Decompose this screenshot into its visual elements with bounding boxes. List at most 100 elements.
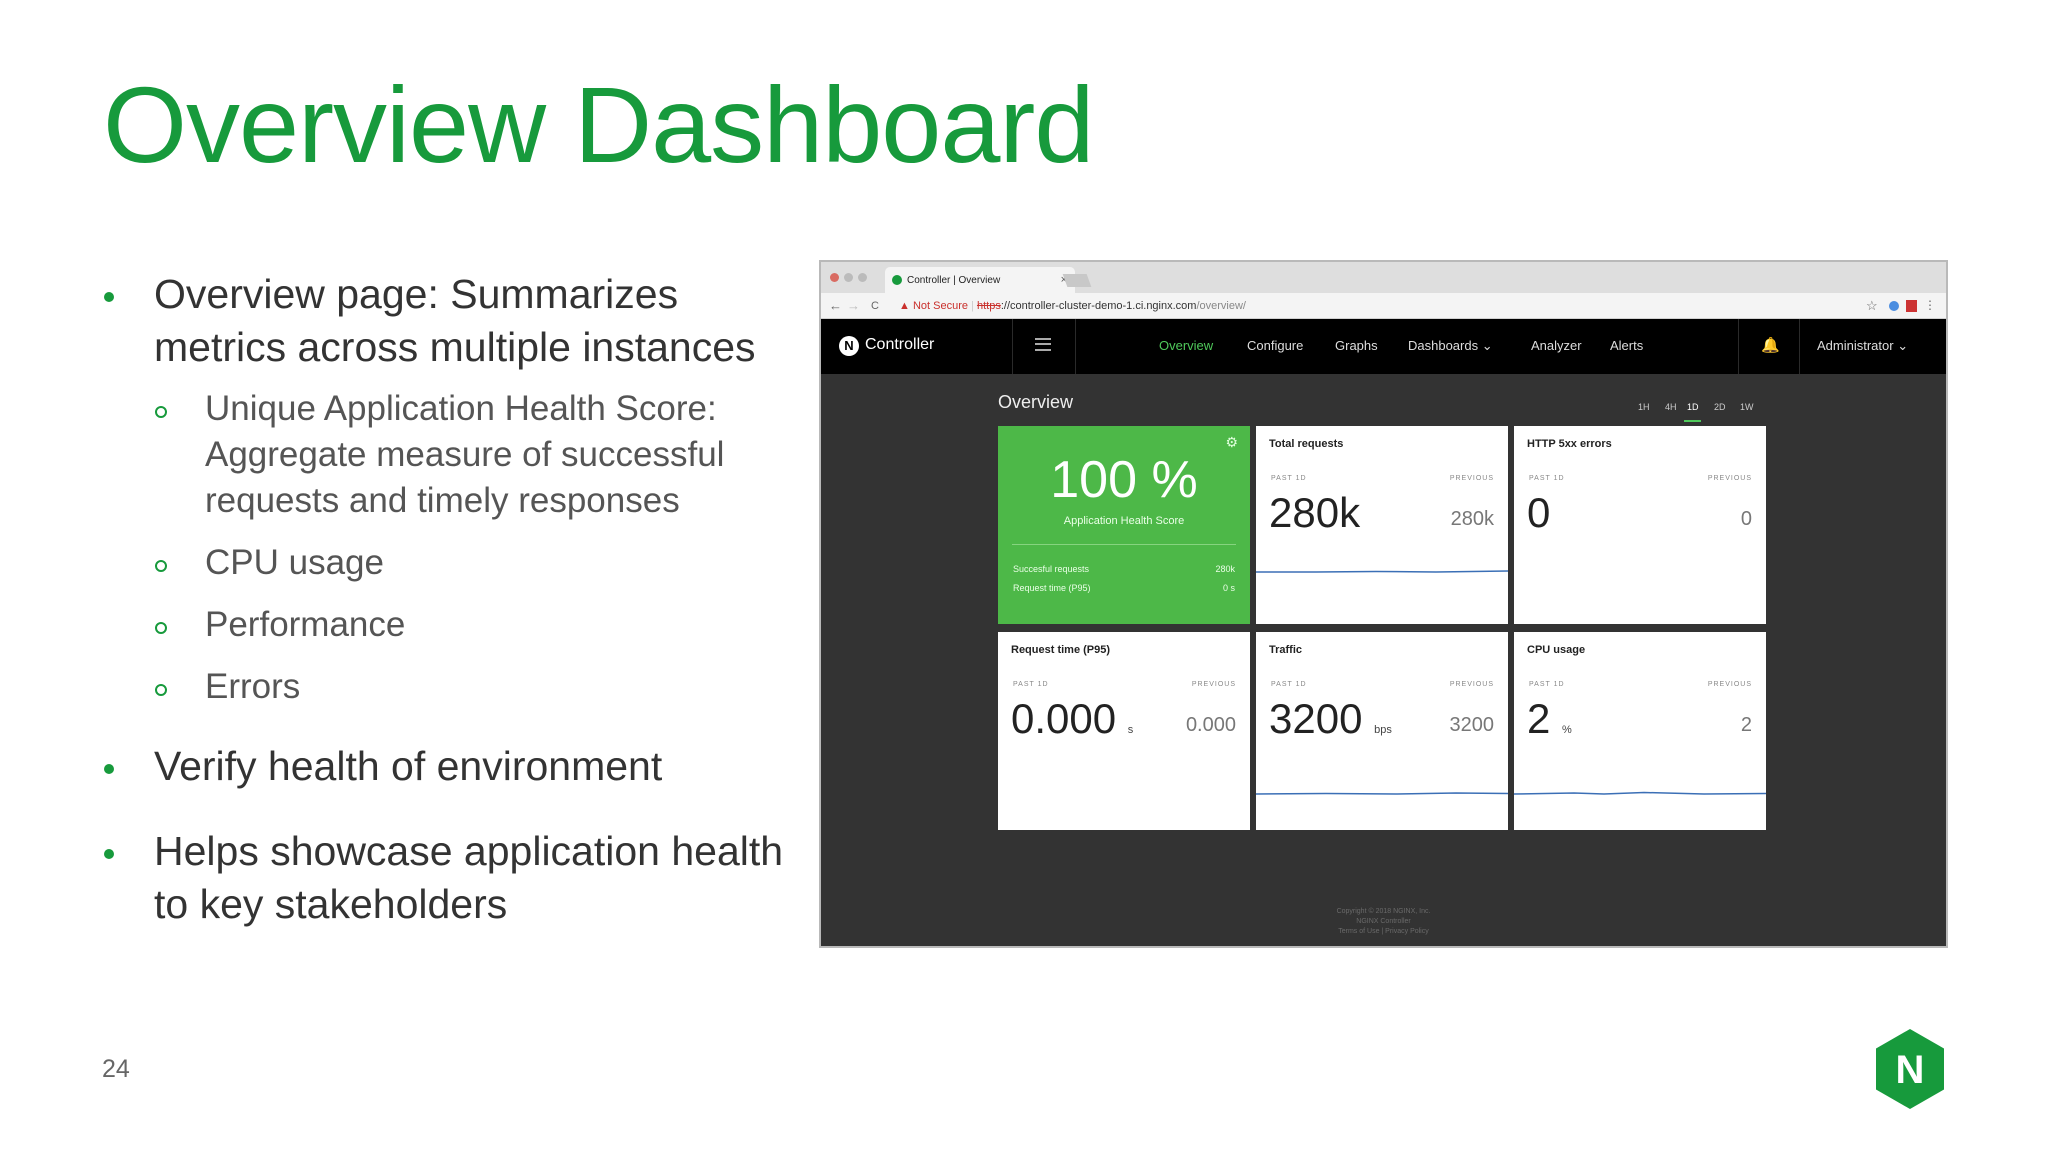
past-label: PAST 1D [1271,681,1307,688]
previous-value: 280k [1450,508,1494,530]
warning-icon: ▲ [899,300,913,312]
bullet-text: Overview page: Summarizes [154,271,679,317]
previous-value: 3200 [1449,714,1495,736]
sub-bullet-ring [155,684,167,696]
bullet-dot [104,764,114,774]
card-title: Total requests [1269,438,1344,450]
app-brand[interactable]: N Controller [839,336,935,356]
sparkline [1514,791,1766,795]
range-2d[interactable]: 2D [1714,402,1726,412]
nav-analyzer[interactable]: Analyzer [1531,338,1582,353]
metric-card-request-time[interactable]: Request time (P95) PAST 1D PREVIOUS 0.00… [998,632,1250,830]
current-value: 3200 bps [1269,695,1392,743]
nav-dashboards[interactable]: Dashboards ⌄ [1408,338,1493,354]
past-label: PAST 1D [1271,475,1307,482]
nav-configure[interactable]: Configure [1247,338,1303,353]
reload-icon[interactable]: C [871,300,879,312]
nav-overview[interactable]: Overview [1159,338,1213,353]
sub-bullet-performance: Performance [100,602,800,648]
sub-bullet-ring [155,406,167,418]
controller-logo-icon: N [839,336,859,356]
window-zoom-icon[interactable] [858,273,867,282]
range-selected-indicator [1684,420,1701,422]
previous-value: 0.000 [1185,714,1236,736]
window-minimize-icon[interactable] [844,273,853,282]
forward-icon[interactable]: → [847,298,860,313]
nav-graphs[interactable]: Graphs [1335,338,1378,353]
notifications-bell-icon[interactable]: 🔔 [1761,336,1780,354]
value-number: 280k [1269,489,1361,536]
metric-card-cpu-usage[interactable]: CPU usage PAST 1D PREVIOUS 2 % 2 [1514,632,1766,830]
value-number: 2 [1527,695,1551,742]
metric-card-traffic[interactable]: Traffic PAST 1D PREVIOUS 3200 bps 3200 [1256,632,1508,830]
current-value: 0.000 s [1011,695,1133,743]
card-title: CPU usage [1527,644,1586,656]
sub-bullet-ring [155,560,167,572]
sub-bullet-text: CPU usage [205,543,384,582]
new-tab-button[interactable] [1062,274,1092,287]
metric-card-http-5xx[interactable]: HTTP 5xx errors PAST 1D PREVIOUS 0 0 [1514,426,1766,624]
health-row-label: Request time (P95) [1013,583,1091,593]
bullet-dot [104,292,114,302]
metric-card-total-requests[interactable]: Total requests PAST 1D PREVIOUS 280k 280… [1256,426,1508,624]
value-number: 3200 [1269,695,1363,742]
extension-icon[interactable] [1889,301,1899,311]
health-score-card[interactable]: ⚙ 100 % Application Health Score Succesf… [998,426,1250,624]
browser-tab-strip: Controller | Overview × [821,262,1946,293]
gear-icon[interactable]: ⚙ [1225,434,1238,451]
past-label: PAST 1D [1529,681,1565,688]
divider [1012,544,1236,545]
browser-tab[interactable]: Controller | Overview × [885,267,1075,293]
previous-label: PREVIOUS [1707,681,1752,688]
sparkline [1256,792,1508,795]
footer-links[interactable]: Terms of Use | Privacy Policy [821,928,1946,935]
back-icon[interactable]: ← [829,298,842,313]
nav-divider [1799,319,1800,374]
current-value: 0 [1527,489,1550,537]
bullet-text: to key stakeholders [154,881,508,927]
past-label: PAST 1D [1529,475,1565,482]
hamburger-menu-icon[interactable] [1035,338,1051,351]
sub-bullet-health-score: Unique Application Health Score: Aggrega… [100,386,800,524]
value-unit: s [1127,724,1134,736]
dashboard-screenshot: Controller | Overview × ← → C ▲ Not Secu… [819,260,1948,948]
bullet-list: Overview page: Summarizes metrics across… [100,268,800,931]
card-title: Traffic [1269,644,1303,656]
range-1h[interactable]: 1H [1638,402,1650,412]
browser-menu-icon[interactable]: ⋮ [1924,298,1936,312]
nav-divider [1012,319,1013,374]
page-number: 24 [102,1055,130,1083]
bullet-overview: Overview page: Summarizes metrics across… [100,268,800,374]
range-1d[interactable]: 1D [1687,402,1699,412]
user-menu[interactable]: Administrator ⌄ [1817,338,1908,354]
previous-value: 0 [1740,508,1752,530]
value-number: 0 [1527,489,1551,536]
past-label: PAST 1D [1013,681,1049,688]
nav-alerts[interactable]: Alerts [1610,338,1643,353]
sub-bullet-errors: Errors [100,664,800,710]
bullet-text: Helps showcase application health [154,828,784,874]
brand-name: Controller [865,336,935,353]
bullet-text: Verify health of environment [154,743,663,789]
card-title: HTTP 5xx errors [1527,438,1612,450]
window-close-icon[interactable] [830,273,839,282]
bullet-stakeholders: Helps showcase application health to key… [100,825,800,931]
current-value: 280k [1269,489,1360,537]
health-score-value: 100 % [1050,451,1198,509]
current-value: 2 % [1527,695,1572,743]
tab-title: Controller | Overview [907,275,1001,286]
sub-bullet-text: Performance [205,605,406,644]
previous-label: PREVIOUS [1707,475,1752,482]
health-row-label: Succesful requests [1013,564,1090,574]
extension-icon[interactable] [1906,300,1917,312]
bullet-text: metrics across multiple instances [154,324,756,370]
footer-copyright: Copyright © 2018 NGINX, Inc. [1336,908,1431,915]
range-4h[interactable]: 4H [1665,402,1677,412]
address-bar[interactable]: ▲ Not Secure | https://controller-cluste… [899,300,1246,312]
app-navbar: N Controller Overview Configure Graphs D… [821,319,1946,374]
previous-value: 2 [1740,714,1752,736]
favicon-icon [892,275,902,285]
bookmark-star-icon[interactable]: ☆ [1866,298,1878,314]
sparkline [1256,570,1508,573]
range-1w[interactable]: 1W [1740,402,1754,412]
